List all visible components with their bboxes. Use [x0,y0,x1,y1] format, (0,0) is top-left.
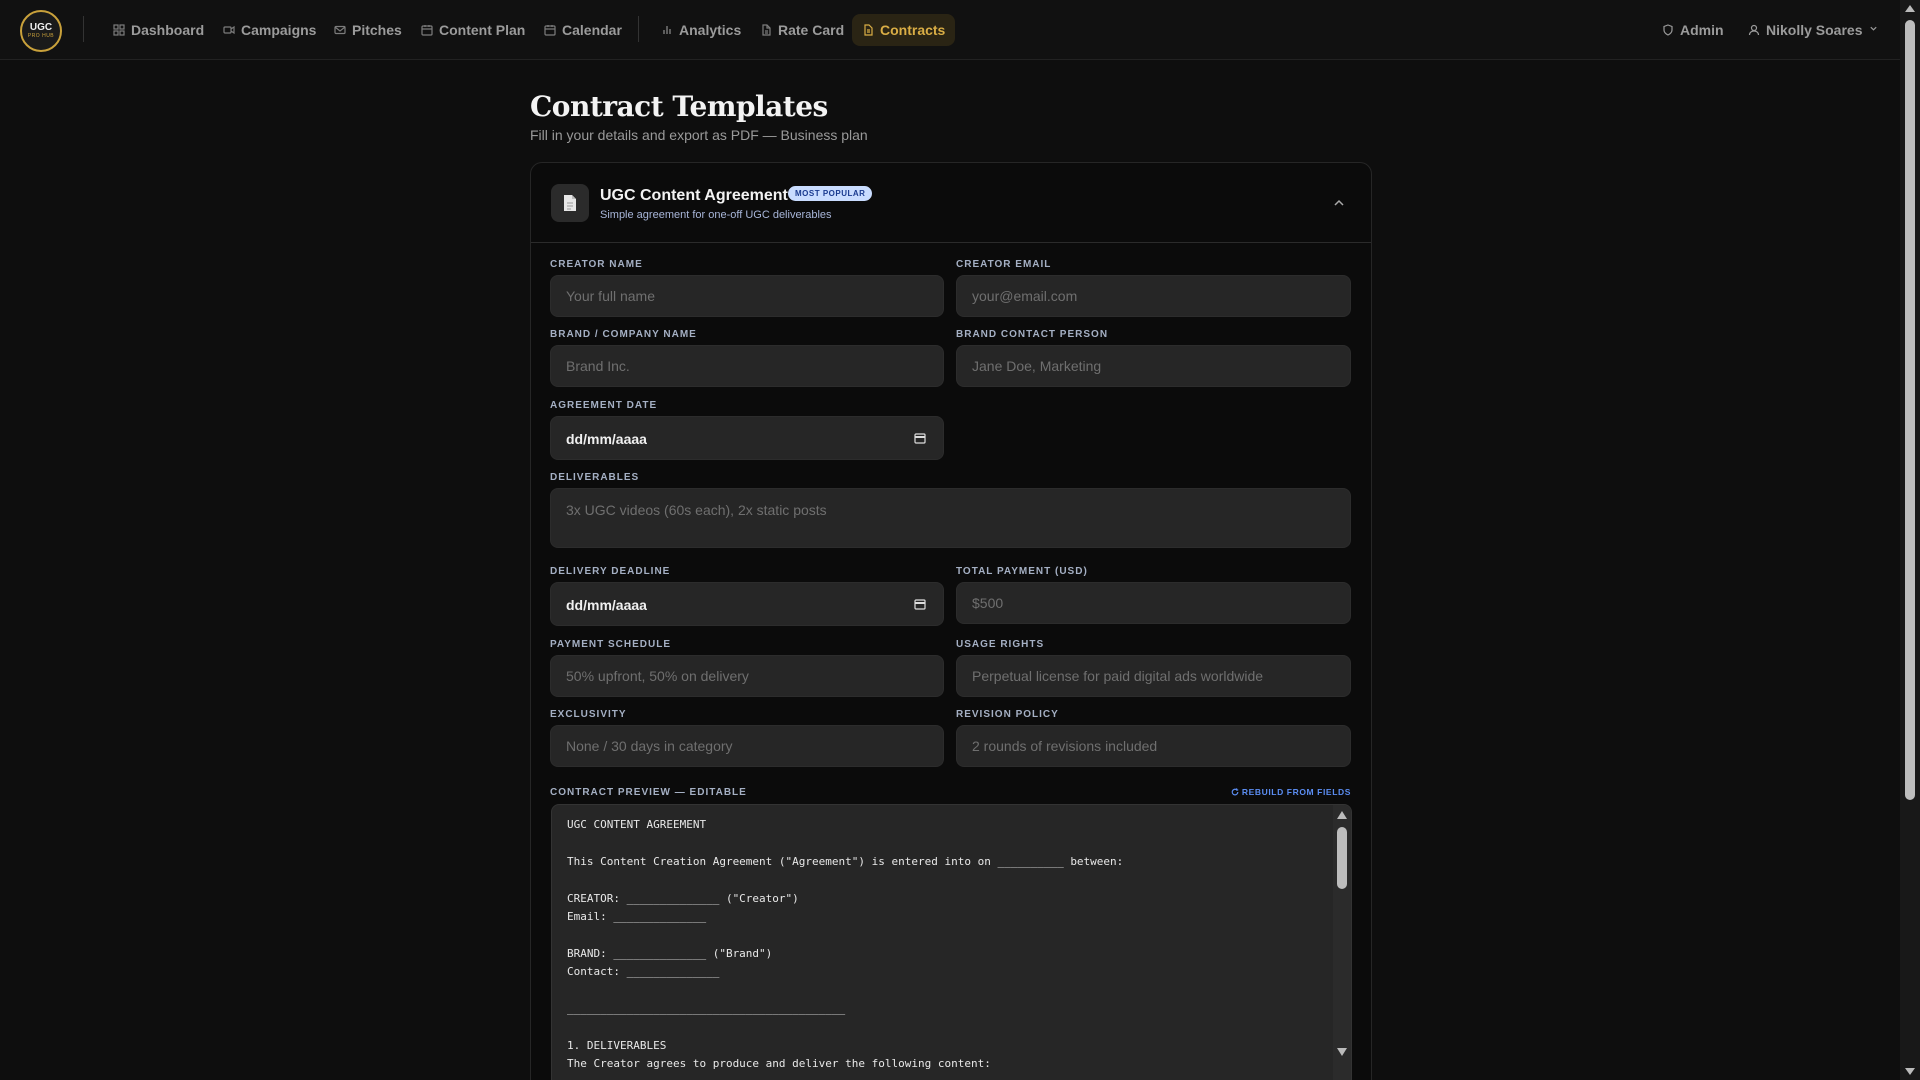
agreement-date-label: AGREEMENT DATE [550,400,658,411]
calendar-picker-icon[interactable] [914,597,926,610]
user-name: Nikolly Soares [1766,22,1863,38]
calendar-icon [421,24,433,36]
video-icon [223,24,235,36]
exclusivity-label: EXCLUSIVITY [550,709,627,720]
shield-icon [1662,24,1674,36]
mail-icon [334,24,346,36]
admin-label: Admin [1680,22,1724,38]
brand-name-input[interactable] [550,345,944,387]
card-description: Simple agreement for one-off UGC deliver… [600,209,832,221]
brand-contact-label: BRAND CONTACT PERSON [956,329,1109,340]
total-payment-label: TOTAL PAYMENT (USD) [956,566,1088,577]
admin-link[interactable]: Admin [1662,17,1724,43]
nav-item-label: Contracts [880,22,946,38]
nav-divider [83,16,84,42]
chevron-up-icon[interactable] [1333,196,1345,208]
contract-preview-label: CONTRACT PREVIEW — EDITABLE [550,787,747,798]
card-title: UGC Content Agreement [600,187,788,204]
nav-item-campaigns[interactable]: Campaigns [223,17,316,43]
document-icon [551,184,589,222]
total-payment-input[interactable] [956,582,1351,624]
calendar-icon [544,24,556,36]
nav-item-label: Calendar [562,22,622,38]
page-title: Contract Templates [530,90,828,123]
nav-item-label: Campaigns [241,22,317,38]
nav-divider [638,16,639,42]
nav-item-contracts[interactable]: Contracts [852,14,956,46]
user-menu[interactable]: Nikolly Soares [1748,17,1878,43]
delivery-deadline-input[interactable]: dd/mm/aaaa [550,582,944,626]
bar-chart-icon [661,24,673,36]
scrollbar-thumb[interactable] [1337,827,1347,889]
creator-email-input[interactable] [956,275,1351,317]
nav-item-label: Pitches [352,22,402,38]
nav-item-label: Analytics [679,22,742,38]
nav-item-dashboard[interactable]: Dashboard [113,17,204,43]
revision-policy-input[interactable] [956,725,1351,767]
nav-item-calendar[interactable]: Calendar [544,17,622,43]
calendar-picker-icon[interactable] [914,431,926,444]
grid-icon [113,24,125,36]
scroll-down-arrow[interactable] [1337,1048,1347,1056]
preview-scrollbar[interactable] [1333,805,1351,1080]
page-scrollbar[interactable] [1900,0,1920,1080]
payment-schedule-input[interactable] [550,655,944,697]
app-logo[interactable]: UGC PRO HUB [20,10,62,52]
card-header[interactable]: UGC Content Agreement MOST POPULAR Simpl… [531,163,1371,243]
revision-policy-label: REVISION POLICY [956,709,1059,720]
nav-item-content-plan[interactable]: Content Plan [421,17,525,43]
brand-contact-input[interactable] [956,345,1351,387]
contract-icon [862,24,874,36]
nav-item-label: Content Plan [439,22,526,38]
page-subtitle: Fill in your details and export as PDF —… [530,127,868,143]
nav-item-label: Rate Card [778,22,845,38]
creator-name-label: CREATOR NAME [550,259,643,270]
usage-rights-label: USAGE RIGHTS [956,639,1045,650]
payment-schedule-label: PAYMENT SCHEDULE [550,639,672,650]
creator-name-input[interactable] [550,275,944,317]
agreement-date-input[interactable]: dd/mm/aaaa [550,416,944,460]
nav-item-label: Dashboard [131,22,205,38]
brand-name-label: BRAND / COMPANY NAME [550,329,697,340]
contract-template-card: UGC Content Agreement MOST POPULAR Simpl… [530,162,1372,1080]
logo-subtext: PRO HUB [27,32,55,39]
chevron-down-icon [1869,24,1878,36]
refresh-icon [1231,788,1239,796]
top-navbar: UGC PRO HUB Dashboard Campaigns Pitches … [0,0,1900,60]
creator-email-label: CREATOR EMAIL [956,259,1052,270]
scroll-up-arrow[interactable] [1905,5,1915,12]
logo-text: UGC [29,21,53,33]
deliverables-label: DELIVERABLES [550,472,640,483]
scroll-down-arrow[interactable] [1905,1068,1915,1075]
deliverables-textarea[interactable] [550,488,1351,548]
rebuild-from-fields-button[interactable]: REBUILD FROM FIELDS [1231,787,1351,797]
scrollbar-thumb[interactable] [1905,20,1915,800]
rebuild-label: REBUILD FROM FIELDS [1241,787,1351,797]
usage-rights-input[interactable] [956,655,1351,697]
delivery-deadline-value: dd/mm/aaaa [566,597,647,613]
nav-item-analytics[interactable]: Analytics [661,17,741,43]
user-icon [1748,24,1760,36]
scroll-up-arrow[interactable] [1337,811,1347,819]
agreement-date-value: dd/mm/aaaa [566,431,647,447]
nav-item-rate-card[interactable]: Rate Card [760,17,844,43]
most-popular-badge: MOST POPULAR [788,186,873,201]
contract-preview-editor[interactable]: UGC CONTENT AGREEMENT This Content Creat… [551,804,1352,1080]
contract-preview-text[interactable]: UGC CONTENT AGREEMENT This Content Creat… [567,816,1123,1074]
delivery-deadline-label: DELIVERY DEADLINE [550,566,671,577]
file-icon [760,24,772,36]
exclusivity-input[interactable] [550,725,944,767]
nav-item-pitches[interactable]: Pitches [334,17,402,43]
